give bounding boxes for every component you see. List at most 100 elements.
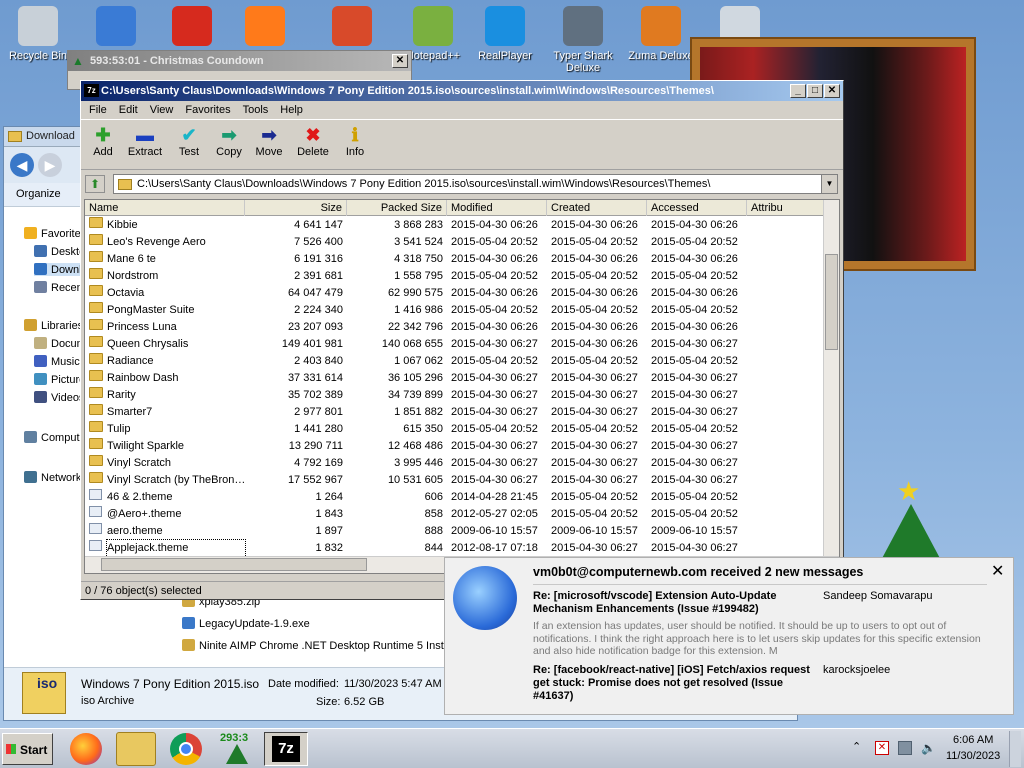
desktop-icon[interactable] xyxy=(78,6,154,50)
table-row[interactable]: Radiance 2 403 840 1 067 062 2015-05-04 20:… xyxy=(85,353,822,370)
extract-button[interactable]: ▬ Extract xyxy=(123,124,167,158)
table-row[interactable]: Leo's Revenge Aero 7 526 400 3 541 524 2015… xyxy=(85,234,822,251)
address-combobox[interactable]: C:\Users\Santy Claus\Downloads\Windows 7… xyxy=(113,174,838,194)
nav-item-videos[interactable]: Videos xyxy=(34,391,84,404)
close-icon[interactable]: ✕ xyxy=(991,563,1004,581)
desktop-icon[interactable]: Recycle Bin xyxy=(0,6,76,62)
sevenzip-window[interactable]: 7z C:\Users\Santy Claus\Downloads\Window… xyxy=(80,80,844,600)
up-folder-icon[interactable]: ⬆ xyxy=(85,175,105,193)
nav-item-pictures[interactable]: Pictures xyxy=(34,373,84,386)
countdown-taskbar-button[interactable]: 293:3 xyxy=(216,732,258,766)
countdown-titlebar[interactable]: ▲ 593:53:01 - Christmas Coundown ✕ xyxy=(68,51,411,71)
nav-item-favorites[interactable]: Favorites xyxy=(24,227,84,240)
firefox-taskbar-icon[interactable] xyxy=(70,733,102,765)
desktop-icon[interactable] xyxy=(154,6,230,50)
desktop-icon[interactable] xyxy=(314,6,390,50)
clock-time[interactable]: 6:06 AM xyxy=(953,734,993,746)
minimize-button[interactable]: _ xyxy=(790,84,806,98)
nav-item-music[interactable]: Music xyxy=(34,355,80,368)
table-row[interactable]: Kibbie 4 641 147 3 868 283 2015-04-30 06:26… xyxy=(85,217,822,234)
desktop-icon[interactable]: Zuma Deluxe xyxy=(623,6,699,62)
move-button[interactable]: ➡ Move xyxy=(247,124,291,158)
action-center-icon[interactable]: ✕ xyxy=(875,741,889,755)
column-header-attribu[interactable]: Attribu xyxy=(747,200,827,216)
organize-button[interactable]: Organize xyxy=(16,188,61,200)
column-header-size[interactable]: Size xyxy=(245,200,347,216)
vertical-scrollbar[interactable] xyxy=(823,200,839,558)
sevenzip-titlebar[interactable]: 7z C:\Users\Santy Claus\Downloads\Window… xyxy=(81,81,843,101)
table-row[interactable]: Rainbow Dash 37 331 614 36 105 296 2015-04-… xyxy=(85,370,822,387)
scroll-thumb[interactable] xyxy=(825,254,838,350)
volume-icon[interactable]: 🔈 xyxy=(921,741,936,755)
list-item[interactable]: Ninite AIMP Chrome .NET Desktop Runtime … xyxy=(182,639,448,652)
table-row[interactable]: Nordstrom 2 391 681 1 558 795 2015-05-04 20… xyxy=(85,268,822,285)
table-row[interactable]: Rarity 35 702 389 34 739 899 2015-04-30 06:… xyxy=(85,387,822,404)
menu-item-edit[interactable]: Edit xyxy=(113,101,144,119)
add-button[interactable]: ✚ Add xyxy=(81,124,125,158)
network-icon[interactable] xyxy=(898,741,912,755)
column-header-accessed[interactable]: Accessed xyxy=(647,200,747,216)
table-row[interactable]: Twilight Sparkle 13 290 711 12 468 486 2015… xyxy=(85,438,822,455)
column-header-created[interactable]: Created xyxy=(547,200,647,216)
nav-item-downloads[interactable]: Downloads xyxy=(34,263,84,276)
info-button[interactable]: ℹ Info xyxy=(333,124,377,158)
file-list-view[interactable]: Name Size Packed Size Modified Created Access… xyxy=(84,199,840,574)
forward-button[interactable]: ▶ xyxy=(38,153,62,177)
back-button[interactable]: ◀ xyxy=(10,153,34,177)
desktop-icon[interactable]: Typer Shark Deluxe xyxy=(545,6,621,74)
file-explorer-taskbar-icon[interactable] xyxy=(116,732,156,766)
show-hidden-icons-button[interactable]: ⌃ xyxy=(852,740,861,753)
nav-item-documents[interactable]: Documents xyxy=(34,337,84,350)
menu-item-tools[interactable]: Tools xyxy=(237,101,275,119)
cell-size: 1 897 xyxy=(315,525,343,537)
table-row[interactable]: aero.theme 1 897 888 2009-06-10 15:57 2009-0… xyxy=(85,523,822,540)
chrome-taskbar-icon[interactable] xyxy=(170,733,202,765)
mail-notification[interactable]: vm0b0t@computernewb.com received 2 new m… xyxy=(444,557,1014,715)
menu-item-view[interactable]: View xyxy=(144,101,180,119)
hscroll-thumb[interactable] xyxy=(101,558,367,571)
table-row[interactable]: Octavia 64 047 479 62 990 575 2015-04-30 06… xyxy=(85,285,822,302)
show-desktop-button[interactable] xyxy=(1009,731,1021,767)
nav-item-computer[interactable]: Computer xyxy=(24,431,84,444)
table-row[interactable]: PongMaster Suite 2 224 340 1 416 986 2015-0… xyxy=(85,302,822,319)
chevron-down-icon[interactable]: ▼ xyxy=(821,175,837,193)
table-row[interactable]: Smarter7 2 977 801 1 851 882 2015-04-30 06:… xyxy=(85,404,822,421)
details-filename: Windows 7 Pony Edition 2015.iso xyxy=(81,677,260,691)
tree-icon xyxy=(226,744,248,764)
christmas-tree-widget[interactable]: ★ xyxy=(875,478,947,568)
column-header-packed-size[interactable]: Packed Size xyxy=(347,200,447,216)
table-row[interactable]: @Aero+.theme 1 843 858 2012-05-27 02:05 2015… xyxy=(85,506,822,523)
close-button[interactable]: ✕ xyxy=(824,84,840,98)
cell-created: 2015-04-30 06:26 xyxy=(551,287,638,299)
table-row[interactable]: 46 & 2.theme 1 264 606 2014-04-28 21:45 2015… xyxy=(85,489,822,506)
column-header-modified[interactable]: Modified xyxy=(447,200,547,216)
test-button[interactable]: ✔ Test xyxy=(167,124,211,158)
nav-item-desktop[interactable]: Desktop xyxy=(34,245,84,258)
clock-date[interactable]: 11/30/2023 xyxy=(946,750,1000,762)
table-row[interactable]: Applejack.theme 1 832 844 2012-08-17 07:18 2… xyxy=(85,539,822,558)
delete-button[interactable]: ✖ Delete xyxy=(291,124,335,158)
message-1[interactable]: Re: [microsoft/vscode] Extension Auto-Up… xyxy=(533,590,993,658)
7zip-taskbar-button[interactable]: 7z xyxy=(264,732,308,766)
table-row[interactable]: Vinyl Scratch (by TheBron… 17 552 967 10 5… xyxy=(85,472,822,489)
column-header-name[interactable]: Name xyxy=(85,200,245,216)
table-row[interactable]: Princess Luna 23 207 093 22 342 796 2015-04… xyxy=(85,319,822,336)
message-2[interactable]: Re: [facebook/react-native] [iOS] Fetch/… xyxy=(533,664,993,710)
maximize-button[interactable]: □ xyxy=(807,84,823,98)
desktop-icon[interactable]: RealPlayer xyxy=(467,6,543,62)
table-row[interactable]: Vinyl Scratch 4 792 169 3 995 446 2015-04-3… xyxy=(85,455,822,472)
desktop-icon[interactable] xyxy=(227,6,303,50)
copy-button[interactable]: ➡ Copy xyxy=(207,124,251,158)
menu-item-file[interactable]: File xyxy=(83,101,113,119)
nav-item-libraries[interactable]: Libraries xyxy=(24,319,83,332)
list-item[interactable]: LegacyUpdate-1.9.exe xyxy=(182,617,310,630)
countdown-close-button[interactable]: ✕ xyxy=(392,54,408,68)
menu-item-favorites[interactable]: Favorites xyxy=(179,101,236,119)
nav-item-network[interactable]: Network xyxy=(24,471,81,484)
nav-item-recent-places[interactable]: Recent Places xyxy=(34,281,84,294)
menu-item-help[interactable]: Help xyxy=(274,101,309,119)
start-button[interactable]: Start xyxy=(2,733,53,765)
table-row[interactable]: Queen Chrysalis 149 401 981 140 068 655 201… xyxy=(85,336,822,353)
table-row[interactable]: Tulip 1 441 280 615 350 2015-05-04 20:52 201… xyxy=(85,421,822,438)
table-row[interactable]: Mane 6 te 6 191 316 4 318 750 2015-04-30 06… xyxy=(85,251,822,268)
